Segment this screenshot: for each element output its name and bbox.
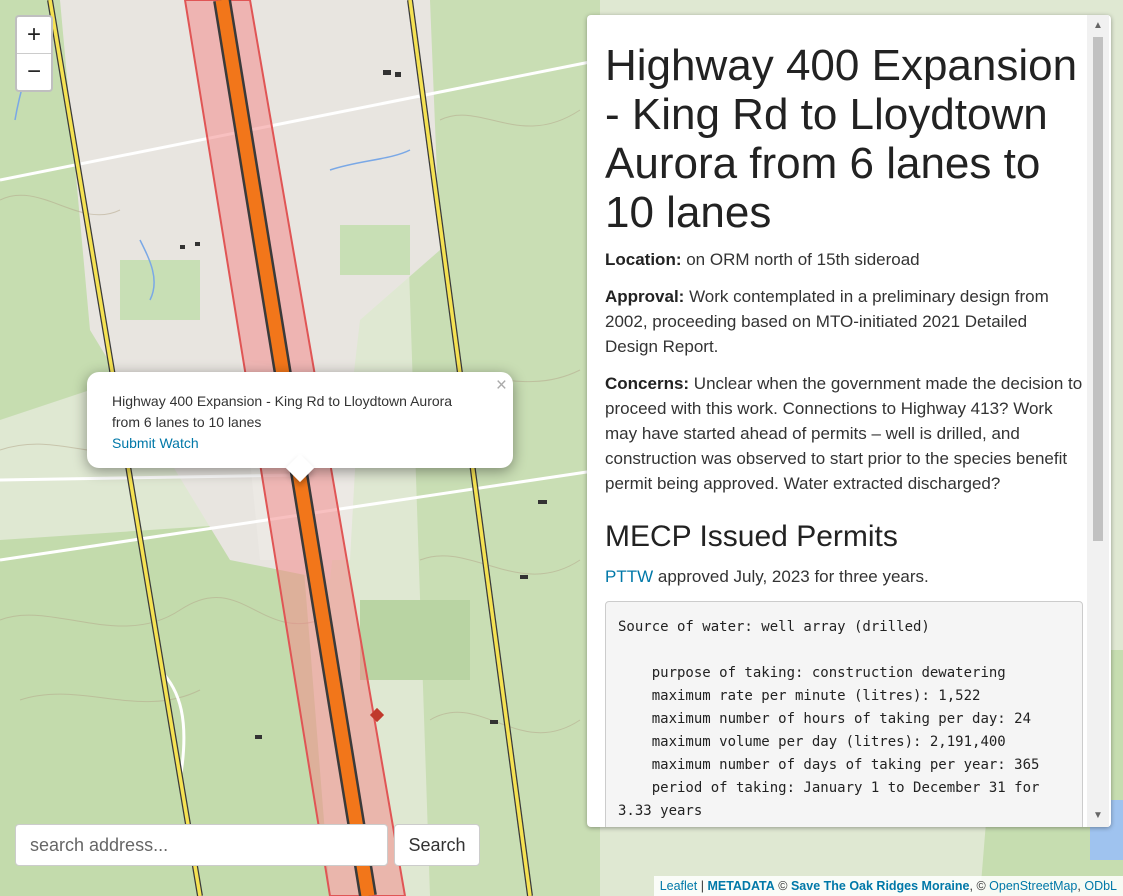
- scroll-up-arrow-icon[interactable]: ▲: [1087, 15, 1109, 37]
- pttw-text: approved July, 2023 for three years.: [653, 567, 929, 586]
- map-popup: × Highway 400 Expansion - King Rd to Llo…: [87, 372, 513, 483]
- location-label: Location:: [605, 250, 682, 269]
- info-panel-content: Highway 400 Expansion - King Rd to Lloyd…: [605, 15, 1083, 827]
- concerns-label: Concerns:: [605, 374, 690, 393]
- pttw-link[interactable]: PTTW: [605, 567, 653, 586]
- scroll-down-arrow-icon[interactable]: ▼: [1087, 805, 1109, 827]
- attribution-copyright-2: , ©: [969, 879, 990, 893]
- permit-details: Source of water: well array (drilled) pu…: [605, 601, 1083, 827]
- odbl-link[interactable]: ODbL: [1084, 879, 1117, 893]
- pttw-paragraph: PTTW approved July, 2023 for three years…: [605, 564, 1083, 589]
- map-attribution: Leaflet | METADATA © Save The Oak Ridges…: [653, 876, 1123, 896]
- forest-patch: [360, 600, 470, 680]
- info-panel[interactable]: Highway 400 Expansion - King Rd to Lloyd…: [587, 15, 1111, 827]
- concerns-paragraph: Concerns: Unclear when the government ma…: [605, 371, 1083, 496]
- forest-patch: [340, 225, 410, 275]
- popup-title: Highway 400 Expansion - King Rd to Lloyd…: [112, 393, 453, 430]
- popup-close-button[interactable]: ×: [496, 376, 507, 396]
- osm-link[interactable]: OpenStreetMap: [989, 879, 1077, 893]
- forest-patch: [120, 260, 200, 320]
- submit-watch-link[interactable]: Submit Watch: [112, 433, 477, 454]
- zoom-control: + −: [15, 15, 53, 92]
- scrollbar-thumb[interactable]: [1093, 37, 1103, 541]
- leaflet-link[interactable]: Leaflet: [660, 879, 698, 893]
- zoom-out-button[interactable]: −: [17, 53, 51, 90]
- project-title: Highway 400 Expansion - King Rd to Lloyd…: [605, 41, 1078, 237]
- approval-paragraph: Approval: Work contemplated in a prelimi…: [605, 284, 1083, 359]
- approval-label: Approval:: [605, 287, 685, 306]
- attribution-separator: |: [697, 879, 708, 893]
- location-text: on ORM north of 15th sideroad: [681, 250, 920, 269]
- attribution-copyright: ©: [774, 879, 791, 893]
- search-address-input[interactable]: [15, 824, 388, 866]
- location-paragraph: Location: on ORM north of 15th sideroad: [605, 247, 1083, 272]
- permits-heading: MECP Issued Permits: [605, 520, 898, 553]
- zoom-in-button[interactable]: +: [17, 17, 51, 53]
- panel-scrollbar[interactable]: ▲ ▼: [1087, 15, 1109, 827]
- metadata-link[interactable]: METADATA: [707, 879, 774, 893]
- search-button[interactable]: Search: [394, 824, 480, 866]
- map-canvas[interactable]: + − × Highway 400 Expansion - King Rd to…: [0, 0, 1123, 896]
- sorm-link[interactable]: Save The Oak Ridges Moraine: [791, 879, 970, 893]
